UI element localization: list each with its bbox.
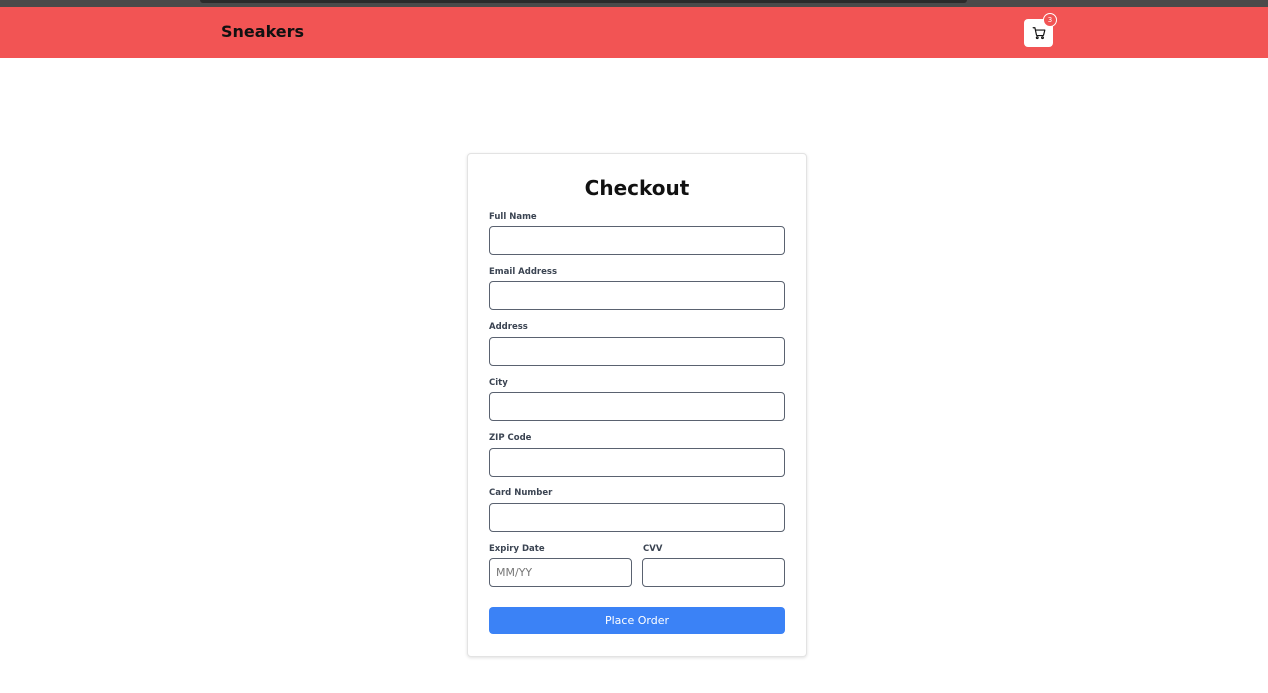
expiry-date-input[interactable]: [489, 558, 632, 587]
brand-logo[interactable]: Sneakers: [221, 22, 304, 41]
cart-count-badge: 3: [1043, 13, 1057, 27]
shopping-cart-icon: [1032, 27, 1045, 40]
email-label: Email Address: [489, 267, 558, 277]
expiry-date-label: Expiry Date: [489, 544, 545, 554]
cvv-input[interactable]: [642, 558, 785, 587]
card-number-input[interactable]: [489, 503, 785, 532]
address-input[interactable]: [489, 337, 785, 366]
checkout-card: Checkout Full Name Email Address Address…: [467, 153, 807, 657]
full-name-input[interactable]: [489, 226, 785, 255]
email-input[interactable]: [489, 281, 785, 310]
browser-top-strip: [0, 0, 1268, 7]
address-label: Address: [489, 322, 528, 332]
browser-tab-bar: [200, 0, 967, 3]
zip-input[interactable]: [489, 448, 785, 477]
card-number-label: Card Number: [489, 488, 553, 498]
navbar: Sneakers 3: [0, 7, 1268, 58]
city-label: City: [489, 378, 508, 388]
zip-label: ZIP Code: [489, 433, 532, 443]
cvv-label: CVV: [643, 544, 663, 554]
page-title: Checkout: [584, 176, 690, 200]
full-name-label: Full Name: [489, 212, 537, 222]
place-order-button[interactable]: Place Order: [489, 607, 785, 634]
city-input[interactable]: [489, 392, 785, 421]
